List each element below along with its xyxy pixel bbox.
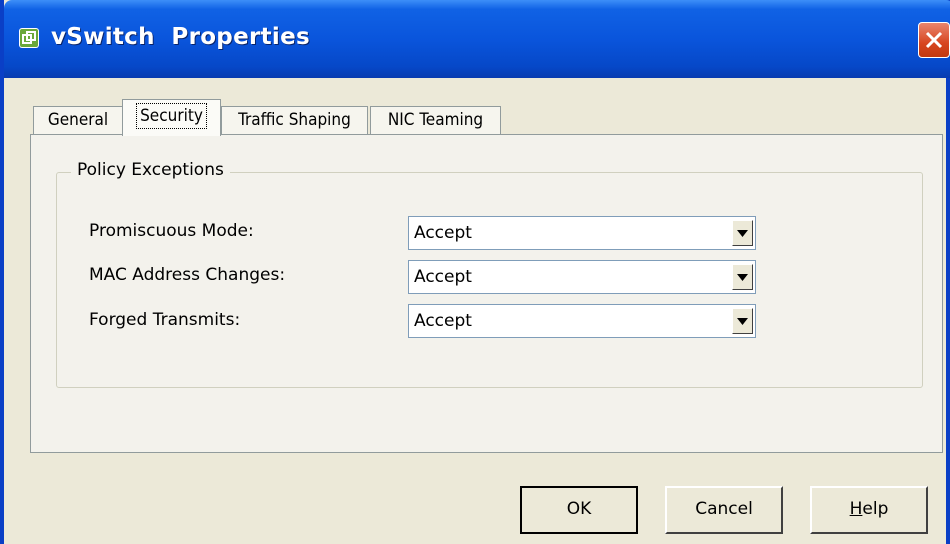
cancel-button-label: Cancel <box>695 499 753 519</box>
tab-security-label: Security <box>136 103 207 129</box>
ok-button-label: OK <box>566 499 592 519</box>
properties-window: vSwitch Properties General Security Traf… <box>0 0 950 544</box>
tab-general[interactable]: General <box>33 106 123 134</box>
chevron-down-icon <box>737 274 748 281</box>
group-title: Policy Exceptions <box>71 160 230 180</box>
dropdown-arrow-button[interactable] <box>732 308 753 334</box>
dropdown-arrow-button[interactable] <box>732 264 753 290</box>
security-tab-panel: Policy Exceptions Promiscuous Mode: Acce… <box>30 134 943 453</box>
promiscuous-mode-select[interactable]: Accept <box>408 216 756 250</box>
tab-traffic-shaping[interactable]: Traffic Shaping <box>221 106 368 134</box>
chevron-down-icon <box>737 318 748 325</box>
mac-address-changes-label: MAC Address Changes: <box>89 265 286 285</box>
forged-transmits-select[interactable]: Accept <box>408 304 756 338</box>
mac-address-changes-select[interactable]: Accept <box>408 260 756 294</box>
tab-nic-teaming-label: NIC Teaming <box>387 110 484 130</box>
promiscuous-mode-label: Promiscuous Mode: <box>89 221 254 241</box>
tab-general-label: General <box>47 110 109 130</box>
forged-transmits-value: Accept <box>414 311 472 331</box>
cancel-button[interactable]: Cancel <box>665 486 783 534</box>
close-icon <box>925 31 943 49</box>
help-accesskey: H <box>849 499 863 519</box>
vmware-icon <box>18 27 40 49</box>
dropdown-arrow-button[interactable] <box>732 220 753 246</box>
promiscuous-mode-value: Accept <box>414 223 472 243</box>
ok-button[interactable]: OK <box>520 486 638 534</box>
tab-nic-teaming[interactable]: NIC Teaming <box>370 106 501 134</box>
title-bar[interactable]: vSwitch Properties <box>4 0 950 78</box>
mac-address-changes-value: Accept <box>414 267 472 287</box>
forged-transmits-label: Forged Transmits: <box>89 310 241 330</box>
chevron-down-icon <box>737 230 748 237</box>
help-button[interactable]: Help <box>810 486 928 534</box>
help-button-label: Help <box>849 499 889 519</box>
tab-traffic-shaping-label: Traffic Shaping <box>238 110 351 130</box>
tab-security[interactable]: Security <box>122 99 221 136</box>
window-title: vSwitch Properties <box>51 24 310 50</box>
close-button[interactable] <box>918 22 950 58</box>
